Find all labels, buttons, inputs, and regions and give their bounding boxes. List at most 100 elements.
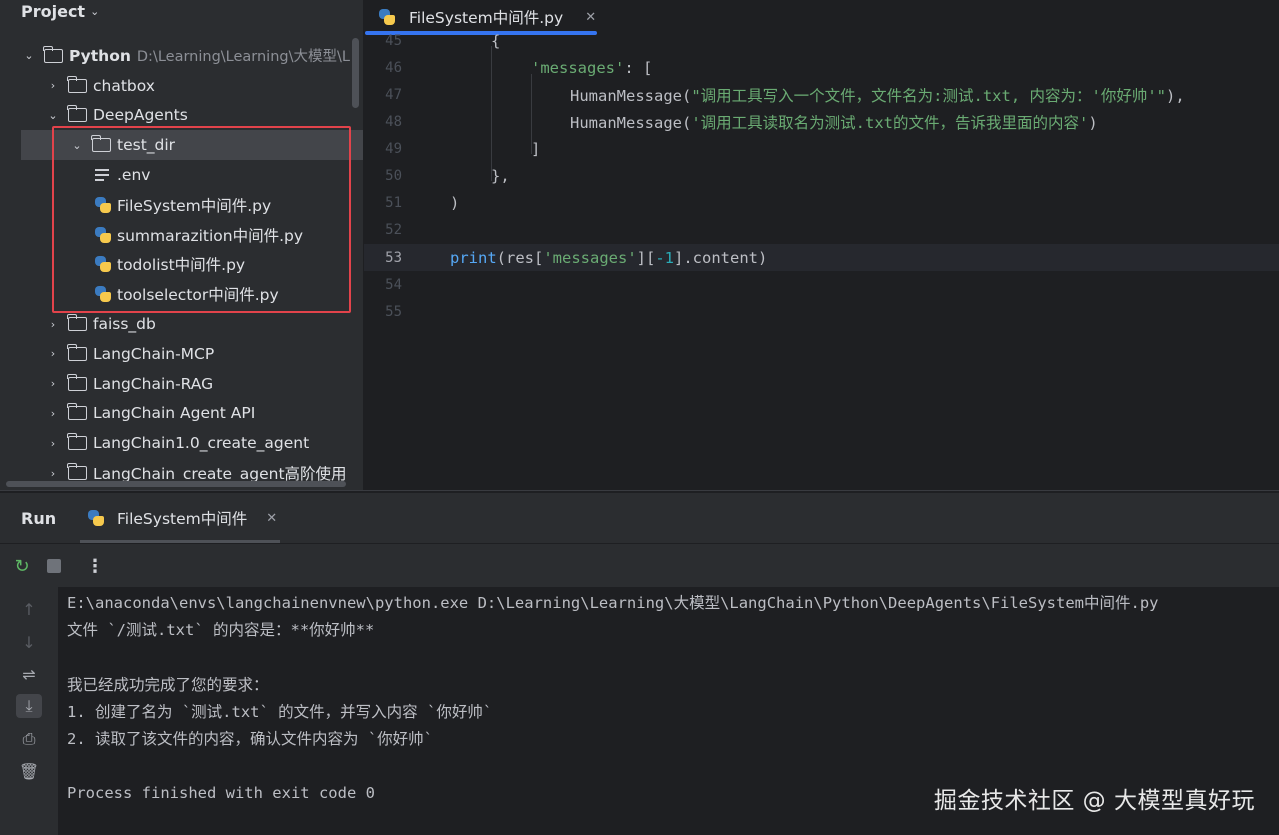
editor-tab-label: FileSystem中间件.py [409, 9, 564, 27]
tree-item-label: summarazition中间件.py [117, 226, 304, 245]
python-file-icon [88, 510, 104, 526]
tree-item-test-dir[interactable]: ⌄ test_dir [21, 130, 363, 161]
tree-item-faiss-db[interactable]: › faiss_db [0, 309, 363, 339]
folder-icon [67, 403, 87, 421]
stop-button[interactable] [43, 555, 65, 577]
code-line: 55 [364, 298, 1279, 325]
tree-item-label: .env [117, 166, 151, 185]
line-number: 55 [385, 303, 402, 320]
scroll-to-end-icon[interactable]: ⤓ [16, 694, 42, 718]
tree-item-env[interactable]: .env [0, 160, 363, 190]
line-number: 52 [385, 221, 402, 238]
tree-item-chatbox[interactable]: › chatbox [0, 71, 363, 101]
chevron-down-icon[interactable]: ⌄ [22, 49, 36, 62]
folder-icon [67, 433, 87, 451]
tree-item-filesystem-py[interactable]: FileSystem中间件.py [0, 190, 363, 220]
print-icon[interactable]: ⎙ [16, 727, 42, 751]
line-number: 54 [385, 276, 402, 293]
chevron-right-icon[interactable]: › [46, 79, 60, 92]
tree-item-langchain1-create-agent[interactable]: › LangChain1.0_create_agent [0, 428, 363, 458]
close-icon[interactable]: ✕ [266, 511, 277, 526]
project-title: Project [21, 1, 86, 21]
soft-wrap-icon[interactable]: ⇌ [16, 662, 42, 686]
chevron-right-icon[interactable]: › [46, 467, 60, 480]
code-text: HumanMessage("调用工具写入一个文件，文件名为:测试.txt, 内容… [570, 86, 1185, 105]
tree-item-label: LangChain1.0_create_agent [93, 434, 310, 453]
tree-item-langchain-agent-api[interactable]: › LangChain Agent API [0, 399, 363, 429]
line-number: 50 [385, 167, 402, 184]
line-number: 47 [385, 86, 402, 103]
code-text: 'messages': [ [531, 58, 653, 77]
code-area[interactable]: 45 { 46 'messages': [ 47 HumanMessage("调… [364, 31, 1279, 490]
tree-item-label: Python [69, 46, 131, 65]
tree-item-summarazition-py[interactable]: summarazition中间件.py [0, 220, 363, 250]
code-line: 46 'messages': [ [364, 54, 1279, 81]
run-toolbar: ↻ ⋮ [0, 543, 1279, 587]
chevron-right-icon[interactable]: › [46, 407, 60, 420]
code-text: }, [491, 166, 510, 185]
tree-item-label: LangChain-RAG [93, 374, 214, 393]
more-options-icon[interactable]: ⋮ [84, 555, 106, 577]
code-line: 47 HumanMessage("调用工具写入一个文件，文件名为:测试.txt,… [364, 81, 1279, 108]
folder-icon [91, 135, 111, 153]
project-view-selector[interactable]: Project ⌄ [0, 0, 363, 22]
tree-item-label: todolist中间件.py [117, 256, 246, 275]
folder-icon [67, 463, 87, 481]
tree-item-langchain-rag[interactable]: › LangChain-RAG [0, 369, 363, 399]
chevron-down-icon[interactable]: ⌄ [46, 109, 60, 122]
folder-icon [43, 45, 63, 63]
sidebar-vertical-scrollbar[interactable] [352, 38, 359, 108]
project-sidebar: Project ⌄ ⌄ Python D:\Learning\Learning\… [0, 0, 363, 490]
console-line: Process finished with exit code 0 [67, 783, 375, 802]
tree-item-deepagents[interactable]: ⌄ DeepAgents [0, 101, 363, 131]
console-line: 2. 读取了该文件的内容，确认文件内容为 `你好帅` [67, 729, 433, 748]
run-tab-filesystem[interactable]: FileSystem中间件 ✕ [80, 493, 280, 543]
code-line: 51 ) [364, 189, 1279, 216]
python-file-icon [95, 256, 111, 273]
line-number: 48 [385, 113, 402, 130]
console-line: 1. 创建了名为 `测试.txt` 的文件，并写入内容 `你好帅` [67, 702, 493, 721]
arrow-down-icon[interactable]: ↓ [16, 630, 42, 654]
tree-item-toolselector-py[interactable]: toolselector中间件.py [0, 279, 363, 309]
folder-icon [67, 343, 87, 361]
code-text: ) [450, 193, 460, 212]
code-line-current: 53 print(res['messages'][-1].content) [364, 244, 1279, 271]
code-line: 48 HumanMessage('调用工具读取名为测试.txt的文件，告诉我里面… [364, 108, 1279, 135]
run-side-toolbar: ↑ ↓ ⇌ ⤓ ⎙ 🗑 [0, 587, 58, 835]
line-number: 49 [385, 140, 402, 157]
tree-item-label: LangChain-MCP [93, 344, 215, 363]
tree-item-langchain-mcp[interactable]: › LangChain-MCP [0, 339, 363, 369]
chevron-right-icon[interactable]: › [46, 347, 60, 360]
tree-item-label: FileSystem中间件.py [117, 196, 272, 215]
text-file-icon [95, 168, 111, 182]
tree-item-python[interactable]: ⌄ Python D:\Learning\Learning\大模型\L [0, 41, 363, 71]
chevron-right-icon[interactable]: › [46, 318, 60, 331]
sidebar-horizontal-scrollbar[interactable] [6, 481, 346, 487]
close-icon[interactable]: ✕ [585, 10, 596, 25]
line-number: 45 [385, 32, 402, 49]
arrow-up-icon[interactable]: ↑ [16, 597, 42, 621]
chevron-down-icon[interactable]: ⌄ [70, 139, 84, 152]
code-editor: FileSystem中间件.py ✕ 45 { 46 'messages': [… [364, 0, 1279, 490]
folder-icon [67, 75, 87, 93]
project-path-hint: D:\Learning\Learning\大模型\L [136, 49, 350, 66]
code-text: print(res['messages'][-1].content) [450, 248, 768, 267]
code-text: ] [531, 139, 541, 158]
tree-item-label: chatbox [93, 76, 155, 95]
python-file-icon [95, 286, 111, 303]
tree-item-todolist-py[interactable]: todolist中间件.py [0, 250, 363, 280]
chevron-right-icon[interactable]: › [46, 377, 60, 390]
tree-item-label: toolselector中间件.py [117, 286, 279, 305]
tree-item-label: DeepAgents [93, 106, 188, 125]
code-text: { [491, 31, 501, 50]
code-text: HumanMessage('调用工具读取名为测试.txt的文件，告诉我里面的内容… [570, 113, 1098, 132]
project-tree: ⌄ Python D:\Learning\Learning\大模型\L › ch… [0, 41, 363, 488]
code-line: 52 [364, 216, 1279, 243]
trash-icon[interactable]: 🗑 [16, 759, 42, 783]
python-file-icon [379, 9, 395, 25]
line-number: 53 [385, 249, 402, 266]
chevron-down-icon: ⌄ [90, 4, 100, 18]
rerun-icon[interactable]: ↻ [11, 555, 33, 577]
chevron-right-icon[interactable]: › [46, 437, 60, 450]
stop-icon [47, 559, 61, 573]
